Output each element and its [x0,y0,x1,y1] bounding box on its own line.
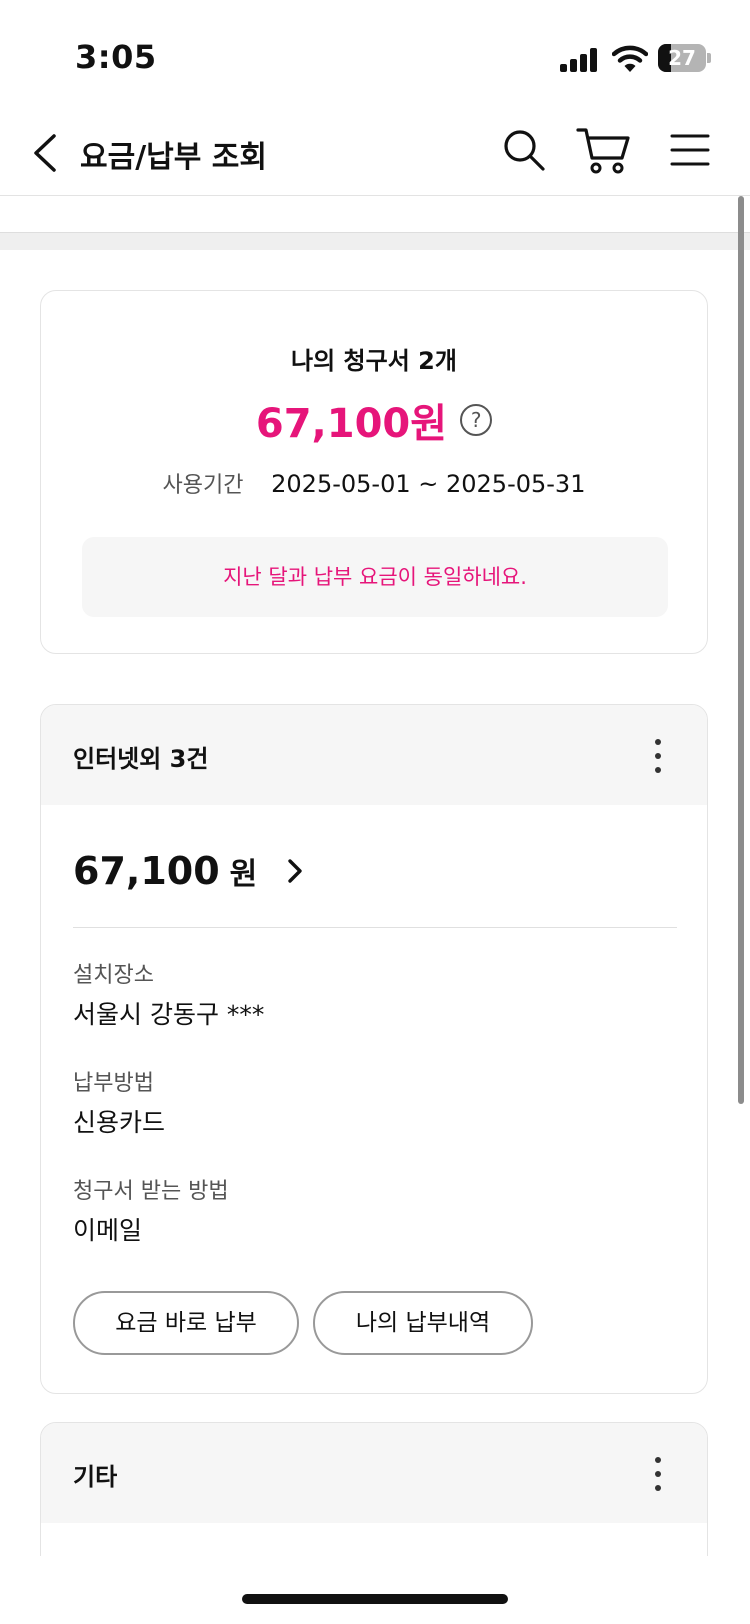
bill-card-title: 인터넷외 3건 [73,745,209,773]
scrollbar[interactable] [738,196,744,1104]
page-title: 요금/납부 조회 [80,140,268,175]
section-divider [0,232,750,250]
search-icon[interactable] [500,126,548,174]
bill-summary-card: 나의 청구서 2개 67,100원 ? 사용기간 2025-05-01 ~ 20… [40,290,708,654]
pay-now-button[interactable]: 요금 바로 납부 [73,1291,299,1355]
status-bar: 3:05 27 [0,0,750,110]
summary-amount-row: 67,100원 ? [41,391,707,449]
bill-delivery-value: 이메일 [73,1216,143,1245]
other-card-header: 기타 [41,1423,707,1523]
battery-icon: 27 [658,44,711,72]
install-location-value: 서울시 강동구 *** [73,1000,265,1029]
cart-icon[interactable] [576,124,632,176]
help-icon[interactable]: ? [460,404,493,436]
summary-amount: 67,100원 [255,401,448,447]
menu-icon[interactable] [670,128,710,172]
install-location-label: 설치장소 [73,963,154,988]
bill-amount-unit: 원 [229,857,258,892]
wifi-icon [612,45,648,72]
payment-method-label: 납부방법 [73,1071,154,1096]
bill-amount-link[interactable]: 67,100 원 [73,849,306,899]
usage-period-row: 사용기간 2025-05-01 ~ 2025-05-31 [41,467,707,499]
bill-detail-card: 인터넷외 3건 67,100 원 설치장소 서울시 강동구 *** 납부방법 신용… [40,704,708,1394]
cellular-signal-icon [560,48,600,72]
usage-period-value: 2025-05-01 ~ 2025-05-31 [271,470,586,498]
other-card-title: 기타 [73,1463,118,1491]
app-header: 요금/납부 조회 [0,110,750,196]
home-indicator[interactable] [242,1594,508,1604]
comparison-notice: 지난 달과 납부 요금이 동일하네요. [82,537,668,617]
bill-amount: 67,100 [73,849,220,893]
bottom-safe-area [0,1556,750,1624]
back-button[interactable] [26,128,66,178]
usage-period-label: 사용기간 [162,473,244,498]
bill-delivery-label: 청구서 받는 방법 [73,1179,229,1204]
payment-method-value: 신용카드 [73,1108,166,1137]
summary-title: 나의 청구서 2개 [291,347,457,375]
battery-level: 27 [668,46,696,70]
bill-card-header: 인터넷외 3건 [41,705,707,805]
status-time: 3:05 [75,38,157,76]
more-options-icon[interactable] [653,739,663,773]
more-options-icon[interactable] [653,1457,663,1491]
chevron-right-icon [288,859,303,883]
payment-history-button[interactable]: 나의 납부내역 [313,1291,533,1355]
divider [73,927,677,928]
